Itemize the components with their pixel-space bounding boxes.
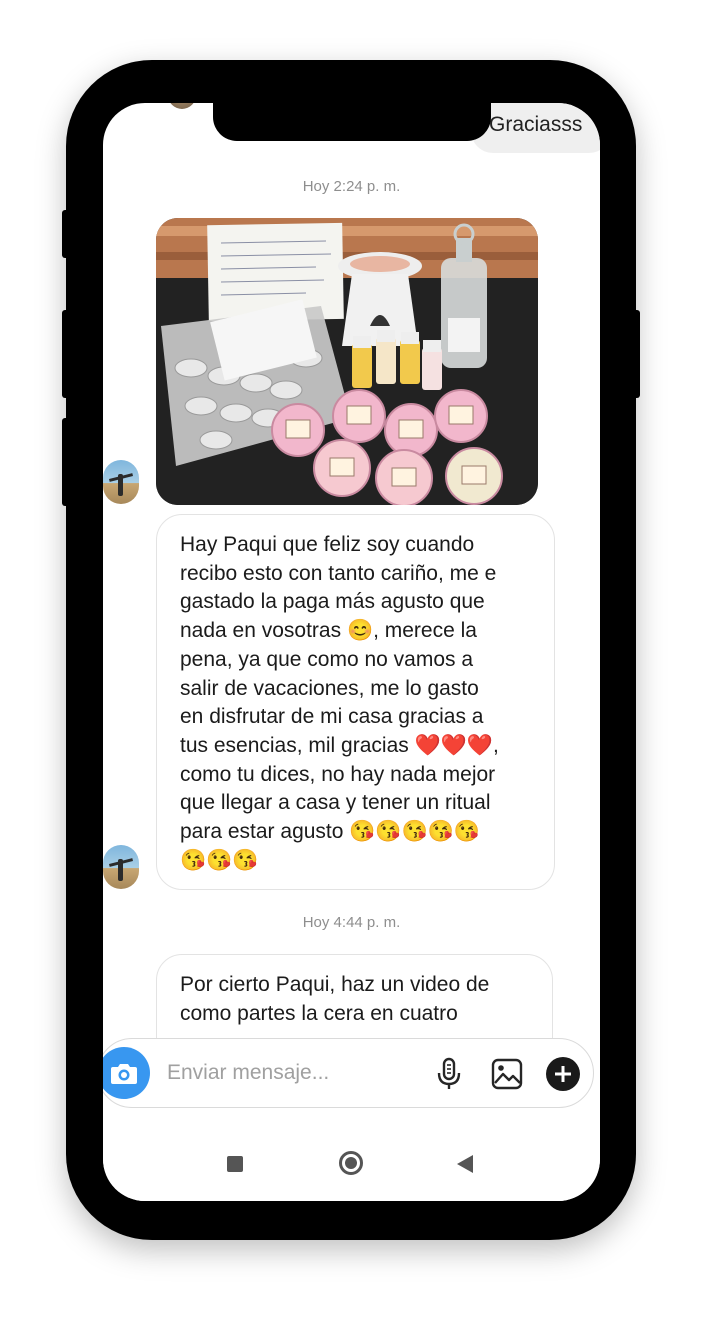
message-line: nada en vosotras 😊, merece la [180, 619, 477, 643]
navigation-bar [103, 1133, 600, 1201]
message-line: 😘😘😘 [180, 848, 259, 872]
camera-button[interactable] [103, 1047, 150, 1099]
power-button [632, 310, 640, 398]
message-input[interactable]: Enviar mensaje... [167, 1061, 329, 1085]
message-line: pena, ya que como no vamos a [180, 647, 474, 671]
notch [213, 103, 491, 141]
back-icon[interactable] [457, 1155, 473, 1173]
message-line: como partes la cera en cuatro [180, 1001, 458, 1025]
timestamp: Hoy 2:24 p. m. [302, 178, 401, 195]
message-line: tus esencias, mil gracias ❤️❤️❤️, [180, 733, 499, 757]
previous-message-text: Graciasss [489, 113, 583, 136]
message-line: como tu dices, no hay nada mejor [180, 762, 496, 786]
message-bubble[interactable]: Hay Paqui que feliz soy cuando recibo es… [156, 514, 555, 890]
home-icon[interactable] [339, 1151, 363, 1175]
plus-icon[interactable] [546, 1057, 580, 1091]
chat-thread[interactable]: Graciasss Hoy 2:24 p. m. Hay Paqui que f… [103, 103, 600, 1038]
volume-up-button [62, 310, 70, 398]
gallery-icon[interactable] [491, 1058, 523, 1090]
silent-switch [62, 210, 70, 258]
message-line: Por cierto Paqui, haz un video de [180, 973, 490, 996]
phone-screen: Graciasss Hoy 2:24 p. m. Hay Paqui que f… [103, 103, 600, 1201]
message-line: que llegar a casa y tener un ritual [180, 791, 491, 815]
message-line: Hay Paqui que feliz soy cuando [180, 533, 475, 556]
message-line: recibo esto con tanto cariño, me e [180, 561, 497, 585]
message-text: Por cierto Paqui, haz un video de como p… [180, 971, 489, 1028]
message-line: en disfrutar de mi casa gracias a [180, 705, 484, 729]
timestamp: Hoy 4:44 p. m. [302, 914, 401, 931]
photo-message[interactable] [156, 218, 538, 505]
message-text: Hay Paqui que feliz soy cuando recibo es… [180, 531, 499, 875]
message-line: gastado la paga más agusto que [180, 590, 485, 614]
photo-image [156, 218, 538, 505]
avatar [168, 103, 196, 109]
microphone-icon[interactable] [436, 1057, 462, 1091]
avatar[interactable] [103, 845, 139, 889]
camera-icon [111, 1064, 137, 1084]
avatar[interactable] [103, 460, 139, 504]
recents-icon[interactable] [227, 1156, 243, 1172]
message-bubble[interactable]: Por cierto Paqui, haz un video de como p… [156, 954, 553, 1038]
message-composer: Enviar mensaje... [103, 1038, 594, 1108]
volume-down-button [62, 418, 70, 506]
message-line: salir de vacaciones, me lo gasto [180, 676, 479, 700]
message-line: para estar agusto 😘😘😘😘😘 [180, 820, 481, 844]
